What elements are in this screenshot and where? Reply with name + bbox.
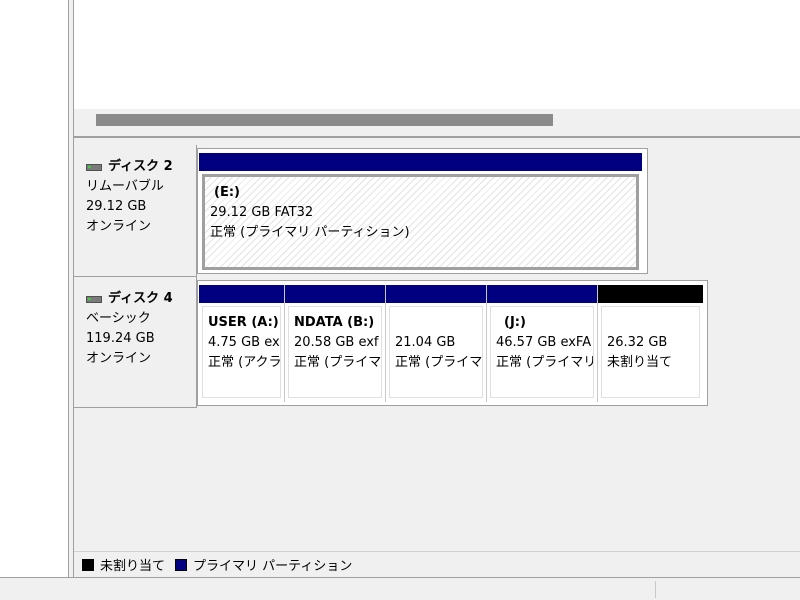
disk-2-partition-area: (E:) 29.12 GB FAT32 正常 (プライマリ パーティション) xyxy=(197,148,648,274)
partition-name: (J:) xyxy=(504,315,526,330)
volume-list-pane[interactable] xyxy=(74,0,800,109)
disk-name: ディスク 4 xyxy=(108,291,173,306)
legend-primary-label: プライマリ パーティション xyxy=(193,559,353,574)
primary-swatch-icon xyxy=(175,558,188,571)
partition-unallocated[interactable]: 26.32 GB 未割り当て xyxy=(598,285,703,402)
unallocated-swatch-icon xyxy=(82,558,94,571)
partition-size-fs: 21.04 GB xyxy=(395,335,456,350)
partition-size-fs: 29.12 GB FAT32 xyxy=(210,205,314,220)
partition-ndata-b[interactable]: NDATA (B:) 20.58 GB exf 正常 (プライマ xyxy=(285,285,386,402)
partition-status: 正常 (プライマ xyxy=(294,355,382,370)
partition-unlabeled[interactable]: 21.04 GB 正常 (プライマ xyxy=(386,285,487,402)
horizontal-scrollbar-thumb[interactable] xyxy=(96,114,553,126)
primary-partition-bar xyxy=(487,285,597,303)
disk-4-partition-area: USER (A:) 4.75 GB ex 正常 (アクラ NDATA (B:) … xyxy=(197,280,708,406)
legend-unallocated-label: 未割り当て xyxy=(100,559,166,574)
partition-user-a[interactable]: USER (A:) 4.75 GB ex 正常 (アクラ xyxy=(199,285,285,402)
removable-disk-icon xyxy=(86,163,102,171)
partition-e[interactable]: (E:) 29.12 GB FAT32 正常 (プライマリ パーティション) xyxy=(199,153,642,270)
disk-size: 119.24 GB xyxy=(86,331,155,346)
primary-partition-bar xyxy=(199,285,284,303)
status-bar-separator xyxy=(655,581,656,598)
disk-status: オンライン xyxy=(86,219,152,234)
disk-type: リムーバブル xyxy=(86,179,164,194)
disk-2-label[interactable]: ディスク 2 リムーバブル 29.12 GB オンライン xyxy=(74,145,197,277)
partition-status: 正常 (アクラ xyxy=(208,355,281,370)
partition-j[interactable]: (J:) 46.57 GB exFA 正常 (プライマリ xyxy=(487,285,598,402)
partition-size-fs: 4.75 GB ex xyxy=(208,335,280,350)
partition-size-fs: 26.32 GB xyxy=(607,335,668,350)
console-tree-pane[interactable] xyxy=(0,0,69,577)
disk-status: オンライン xyxy=(86,351,152,366)
primary-partition-bar xyxy=(199,153,642,171)
partition-status: 正常 (プライマリ xyxy=(496,355,594,370)
primary-partition-bar xyxy=(285,285,385,303)
partition-body: 21.04 GB 正常 (プライマ xyxy=(389,306,483,398)
disk-drive-icon xyxy=(86,295,102,303)
partition-body-selected: (E:) 29.12 GB FAT32 正常 (プライマリ パーティション) xyxy=(202,174,639,270)
partition-name xyxy=(607,313,695,333)
partition-status: 正常 (プライマ xyxy=(395,355,483,370)
partition-body: 26.32 GB 未割り当て xyxy=(601,306,700,398)
partition-name: NDATA (B:) xyxy=(294,315,375,330)
legend-bar: 未割り当て プライマリ パーティション xyxy=(74,551,800,577)
partition-body: NDATA (B:) 20.58 GB exf 正常 (プライマ xyxy=(288,306,382,398)
partition-status: 正常 (プライマリ パーティション) xyxy=(210,225,410,240)
partition-name xyxy=(395,313,478,333)
partition-status: 未割り当て xyxy=(607,355,673,370)
partition-name: USER (A:) xyxy=(208,315,279,330)
disk-size: 29.12 GB xyxy=(86,199,147,214)
disk-4-label[interactable]: ディスク 4 ベーシック 119.24 GB オンライン xyxy=(74,277,197,408)
disk-type: ベーシック xyxy=(86,311,151,326)
partition-size-fs: 20.58 GB exf xyxy=(294,335,379,350)
disk-name: ディスク 2 xyxy=(108,159,173,174)
primary-partition-bar xyxy=(386,285,486,303)
partition-body: (J:) 46.57 GB exFA 正常 (プライマリ xyxy=(490,306,594,398)
status-bar xyxy=(0,577,800,600)
partition-body: USER (A:) 4.75 GB ex 正常 (アクラ xyxy=(202,306,281,398)
partition-name: (E:) xyxy=(214,185,240,200)
unallocated-bar xyxy=(598,285,703,303)
partition-size-fs: 46.57 GB exFA xyxy=(496,335,592,350)
